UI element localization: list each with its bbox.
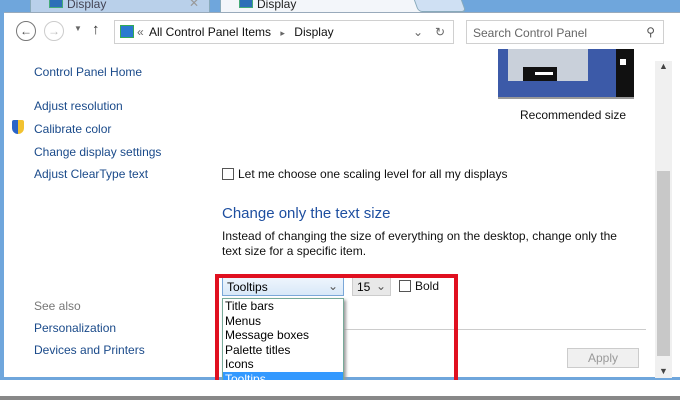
highlight-annotation-box — [215, 274, 458, 393]
breadcrumb-overflow[interactable]: « — [137, 25, 144, 39]
text-size-description: Instead of changing the size of everythi… — [222, 229, 617, 258]
search-icon[interactable]: ⚲ — [646, 25, 655, 39]
sidebar-adjust-cleartype[interactable]: Adjust ClearType text — [34, 167, 148, 181]
close-tab-icon[interactable]: ✕ — [189, 0, 199, 10]
scrollbar-thumb[interactable] — [657, 171, 670, 356]
tab-label: Display — [257, 0, 297, 11]
up-arrow-icon[interactable]: ↑ — [92, 21, 100, 38]
scrollbar[interactable]: ▲ ▼ — [655, 61, 672, 378]
recent-dropdown-icon[interactable]: ▼ — [74, 24, 82, 33]
see-also-heading: See also — [34, 299, 81, 313]
sidebar-adjust-resolution[interactable]: Adjust resolution — [34, 99, 123, 113]
scaling-checkbox-label: Let me choose one scaling level for all … — [238, 167, 508, 181]
scroll-up-icon[interactable]: ▲ — [655, 61, 672, 71]
new-tab-button[interactable] — [411, 0, 467, 12]
preview-caption: Recommended size — [520, 108, 627, 122]
search-input[interactable]: Search Control Panel ⚲ — [466, 20, 664, 44]
refresh-icon[interactable]: ↻ — [435, 25, 445, 39]
bottom-border — [0, 396, 680, 400]
apply-button[interactable]: Apply — [567, 348, 639, 368]
scaling-checkbox[interactable]: Let me choose one scaling level for all … — [222, 167, 507, 181]
scroll-down-icon[interactable]: ▼ — [655, 366, 672, 376]
tab-label: Display — [67, 0, 107, 11]
search-placeholder: Search Control Panel — [473, 26, 588, 40]
shield-icon — [12, 120, 24, 134]
display-preview-image — [498, 49, 634, 99]
address-bar[interactable]: « All Control Panel Items ▸ Display ⌄ ↻ — [114, 20, 454, 44]
status-area — [0, 380, 680, 396]
sidebar-calibrate-color[interactable]: Calibrate color — [34, 122, 111, 136]
breadcrumb-separator: ▸ — [280, 28, 285, 38]
forward-button[interactable]: → — [44, 21, 64, 41]
navigation-bar: ← → ▼ ↑ « All Control Panel Items ▸ Disp… — [4, 19, 680, 45]
sidebar-home-link[interactable]: Control Panel Home — [34, 65, 142, 79]
sidebar-change-display-settings[interactable]: Change display settings — [34, 145, 161, 159]
breadcrumb-all-items[interactable]: All Control Panel Items — [149, 25, 271, 39]
sidebar-devices-printers[interactable]: Devices and Printers — [34, 343, 145, 357]
display-icon — [239, 0, 253, 8]
sidebar-personalization[interactable]: Personalization — [34, 321, 116, 335]
chevron-down-icon[interactable]: ⌄ — [413, 25, 423, 39]
breadcrumb-display[interactable]: Display — [294, 25, 333, 39]
text-size-heading: Change only the text size — [222, 205, 391, 222]
display-icon — [49, 0, 63, 8]
checkbox[interactable] — [222, 168, 234, 180]
control-panel-icon — [120, 25, 134, 38]
back-button[interactable]: ← — [16, 21, 36, 41]
